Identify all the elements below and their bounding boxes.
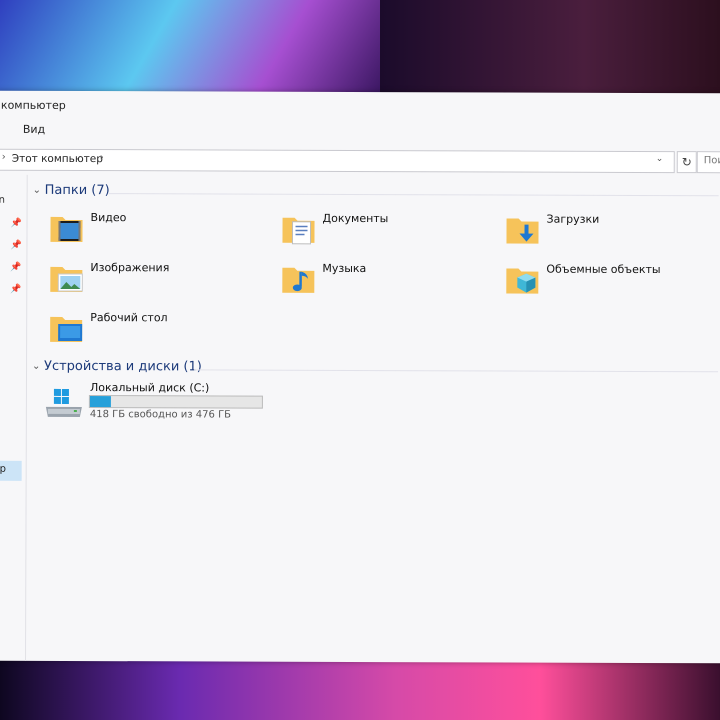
search-input[interactable]: Пои xyxy=(696,151,720,174)
chevron-right-icon[interactable]: › xyxy=(2,152,6,163)
ribbon-tab-view[interactable]: Вид xyxy=(23,123,45,136)
drive-free-space: 418 ГБ свободно из 476 ГБ xyxy=(89,409,232,421)
section-header-folders[interactable]: Папки (7) xyxy=(45,183,110,198)
refresh-button[interactable]: ↻ xyxy=(676,151,697,174)
folder-label: Изображения xyxy=(90,261,170,275)
hard-drive-icon xyxy=(45,388,82,418)
folder-music[interactable]: Музыка xyxy=(280,260,500,305)
nav-item-this-pc[interactable]: р xyxy=(0,460,22,481)
section-divider xyxy=(194,369,719,373)
file-explorer-window: компьютер Вид › Этот компьютер › ⌄ ↻ Пои… xyxy=(0,90,720,664)
navigation-pane: n 📌 📌 📌 📌 р xyxy=(0,174,28,661)
pin-icon[interactable]: 📌 xyxy=(10,285,21,295)
title-bar: компьютер xyxy=(0,91,720,122)
address-bar[interactable]: › Этот компьютер › ⌄ xyxy=(0,148,675,174)
drive-name: Локальный диск (C:) xyxy=(89,381,210,395)
address-dropdown-icon[interactable]: ⌄ xyxy=(656,154,664,164)
downloads-folder-icon xyxy=(506,218,539,244)
documents-folder-icon xyxy=(282,217,315,245)
drive-usage-bar xyxy=(88,395,263,409)
breadcrumb-separator-icon[interactable]: › xyxy=(100,152,104,163)
drive-usage-fill xyxy=(89,396,111,408)
folder-3d-objects[interactable]: Объемные объекты xyxy=(504,260,720,305)
video-folder-icon xyxy=(50,216,83,243)
desktop-folder-icon xyxy=(50,316,83,343)
section-divider xyxy=(108,193,719,197)
folder-video[interactable]: Видео xyxy=(48,209,268,254)
section-header-devices[interactable]: Устройства и диски (1) xyxy=(44,359,202,375)
pin-icon[interactable]: 📌 xyxy=(10,263,21,273)
pin-icon[interactable]: 📌 xyxy=(11,219,22,229)
music-folder-icon xyxy=(282,267,315,293)
pictures-folder-icon xyxy=(50,266,83,293)
folder-label: Документы xyxy=(322,211,389,226)
folder-downloads[interactable]: Загрузки xyxy=(504,211,720,256)
wallpaper-bottom xyxy=(0,655,720,720)
ribbon: Вид xyxy=(0,119,720,148)
chevron-down-icon[interactable]: ⌄ xyxy=(32,361,40,372)
folder-label: Рабочий стол xyxy=(90,311,168,325)
folder-pictures[interactable]: Изображения xyxy=(48,259,268,304)
pin-icon[interactable]: 📌 xyxy=(10,241,21,251)
3d-objects-folder-icon xyxy=(506,268,539,294)
nav-item-label: р xyxy=(0,463,7,475)
breadcrumb-this-pc[interactable]: Этот компьютер xyxy=(12,153,103,165)
folder-documents[interactable]: Документы xyxy=(280,210,500,255)
folder-label: Видео xyxy=(90,211,127,225)
folder-label: Объемные объекты xyxy=(546,262,661,277)
search-placeholder: Пои xyxy=(703,155,720,167)
nav-item-partial[interactable]: n xyxy=(0,195,5,206)
folder-label: Музыка xyxy=(322,261,367,276)
folder-label: Загрузки xyxy=(546,212,600,226)
chevron-down-icon[interactable]: ⌄ xyxy=(33,185,41,196)
folder-desktop[interactable]: Рабочий стол xyxy=(48,309,268,354)
window-title: компьютер xyxy=(0,98,66,112)
